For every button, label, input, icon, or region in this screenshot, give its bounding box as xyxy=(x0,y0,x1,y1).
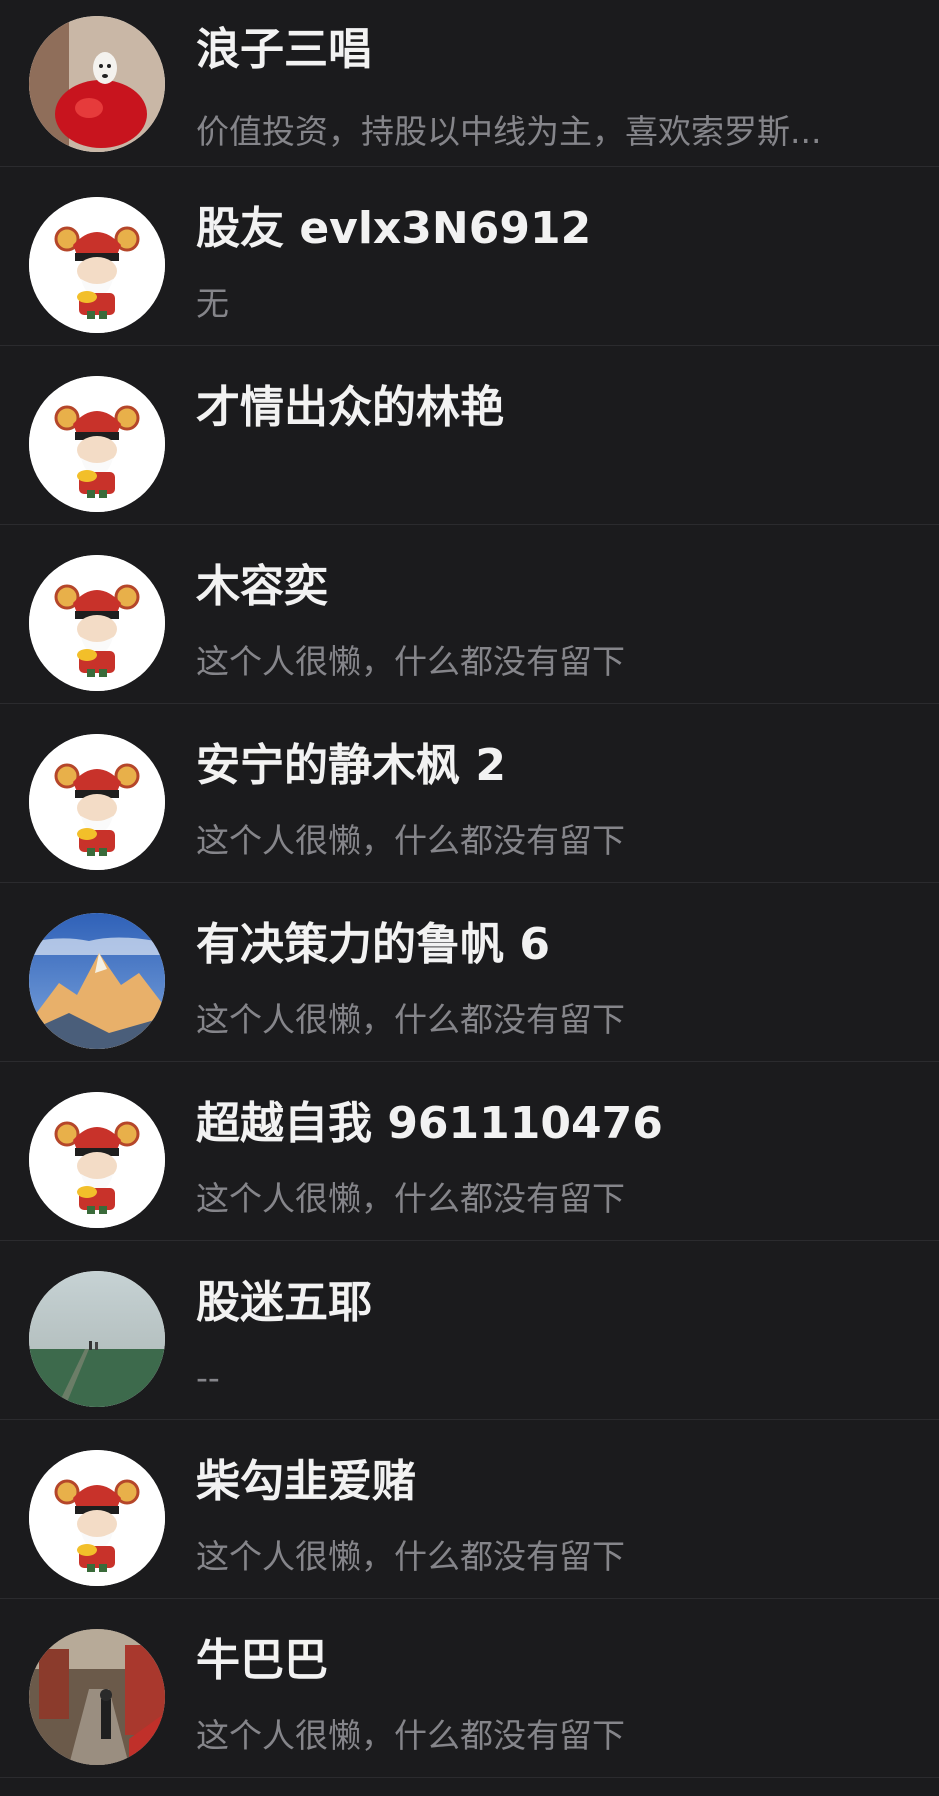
avatar[interactable] xyxy=(29,16,165,152)
avatar[interactable] xyxy=(29,1450,165,1586)
user-name: 股迷五耶 xyxy=(196,1277,372,1328)
street-photo-icon xyxy=(29,1629,165,1765)
field-photo-icon xyxy=(29,1271,165,1407)
avatar[interactable] xyxy=(29,1092,165,1228)
avatar[interactable] xyxy=(29,1271,165,1407)
list-item[interactable]: 有决策力的鲁帆 6 这个人很懒，什么都没有留下 xyxy=(0,883,939,1062)
avatar[interactable] xyxy=(29,555,165,691)
list-item[interactable]: 牛巴巴 这个人很懒，什么都没有留下 xyxy=(0,1599,939,1778)
user-description: -- xyxy=(196,1358,220,1397)
user-name: 牛巴巴 xyxy=(196,1635,328,1686)
user-description: 这个人很懒，什么都没有留下 xyxy=(196,1537,625,1576)
list-item[interactable]: 才情出众的林艳 xyxy=(0,346,939,525)
list-item[interactable]: 浪子三唱 价值投资，持股以中线为主，喜欢索罗斯... xyxy=(0,0,939,167)
user-name: 超越自我 961110476 xyxy=(196,1098,663,1149)
list-item[interactable]: 安宁的静木枫 2 这个人很懒，什么都没有留下 xyxy=(0,704,939,883)
fortune-god-icon xyxy=(29,376,165,512)
fortune-god-icon xyxy=(29,197,165,333)
avatar[interactable] xyxy=(29,376,165,512)
user-description: 这个人很懒，什么都没有留下 xyxy=(196,1179,625,1218)
user-name: 柴勾韭爱赌 xyxy=(196,1456,416,1507)
avatar[interactable] xyxy=(29,197,165,333)
list-item[interactable]: 超越自我 961110476 这个人很懒，什么都没有留下 xyxy=(0,1062,939,1241)
user-name: 浪子三唱 xyxy=(196,24,372,75)
user-name: 安宁的静木枫 2 xyxy=(196,740,506,791)
avatar[interactable] xyxy=(29,913,165,1049)
user-description: 无 xyxy=(196,284,229,323)
user-list: 浪子三唱 价值投资，持股以中线为主，喜欢索罗斯... 股友 evlx3N6912… xyxy=(0,0,939,1796)
list-item[interactable]: 柴勾韭爱赌 这个人很懒，什么都没有留下 xyxy=(0,1420,939,1599)
user-name: 才情出众的林艳 xyxy=(196,382,504,433)
user-name: 有决策力的鲁帆 6 xyxy=(196,919,550,970)
fortune-god-icon xyxy=(29,734,165,870)
dog-photo-icon xyxy=(29,16,165,152)
mountain-photo-icon xyxy=(29,913,165,1049)
user-description: 这个人很懒，什么都没有留下 xyxy=(196,642,625,681)
user-description: 这个人很懒，什么都没有留下 xyxy=(196,821,625,860)
fortune-god-icon xyxy=(29,1092,165,1228)
user-name: 股友 evlx3N6912 xyxy=(196,203,592,254)
user-description: 价值投资，持股以中线为主，喜欢索罗斯... xyxy=(196,112,822,151)
list-item[interactable]: 股友 evlx3N6912 无 xyxy=(0,167,939,346)
user-description: 这个人很懒，什么都没有留下 xyxy=(196,1000,625,1039)
user-name: 木容奕 xyxy=(196,561,328,612)
avatar[interactable] xyxy=(29,1629,165,1765)
fortune-god-icon xyxy=(29,555,165,691)
list-item[interactable]: 木容奕 这个人很懒，什么都没有留下 xyxy=(0,525,939,704)
user-description: 这个人很懒，什么都没有留下 xyxy=(196,1716,625,1755)
fortune-god-icon xyxy=(29,1450,165,1586)
avatar[interactable] xyxy=(29,734,165,870)
list-item[interactable]: 股迷五耶 -- xyxy=(0,1241,939,1420)
